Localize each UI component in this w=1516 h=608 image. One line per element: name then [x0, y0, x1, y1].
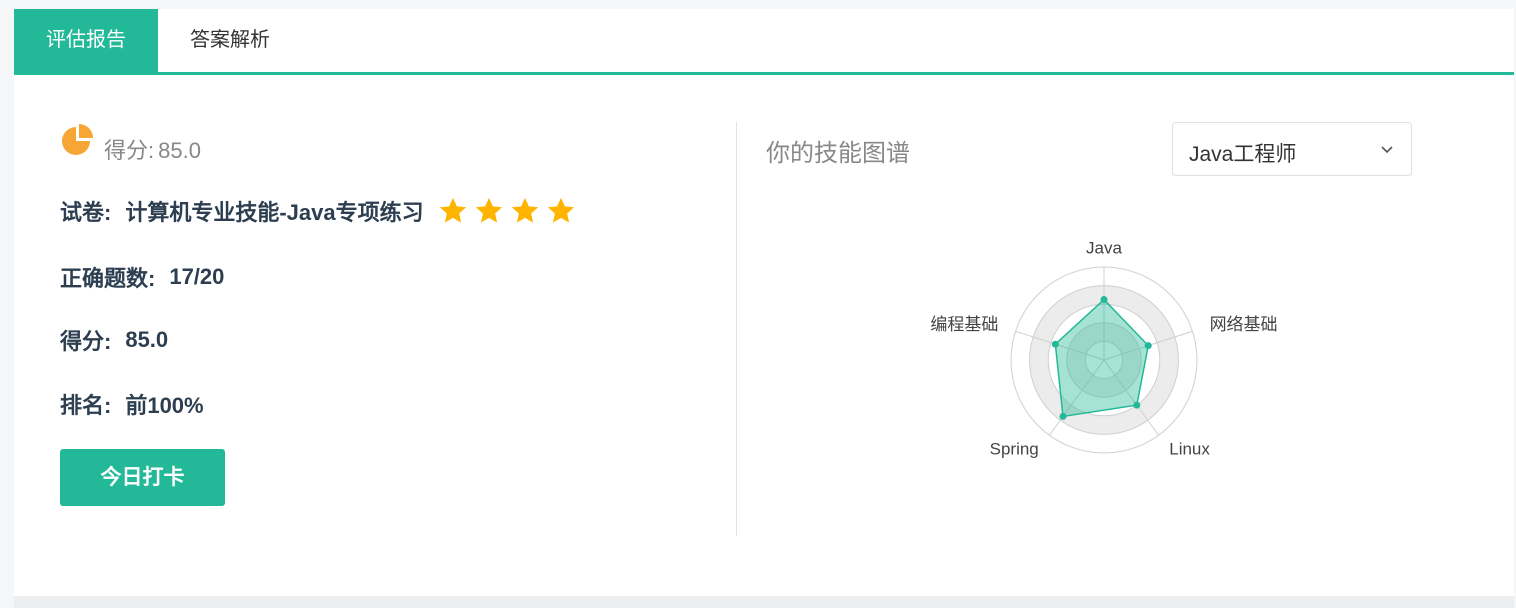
daily-checkin-button[interactable]: 今日打卡 — [60, 449, 225, 506]
radar-data-point — [1133, 401, 1141, 409]
score-summary-label: 得分: — [104, 138, 155, 163]
radar-data-point — [1051, 340, 1059, 348]
star-icon — [547, 197, 574, 223]
star-icon — [511, 197, 538, 223]
role-select[interactable]: Java工程师 — [1172, 122, 1412, 176]
skill-radar-chart: Java 网络基础 Linux Spring 编程基础 — [930, 238, 1278, 458]
radar-indicator-label: Linux — [1169, 439, 1210, 458]
vertical-divider — [736, 122, 737, 536]
rank-value: 前100% — [125, 393, 204, 418]
rating-stars — [438, 196, 576, 226]
paper-row: 试卷: 计算机专业技能-Java专项练习 — [60, 195, 576, 227]
paper-label: 试卷: — [60, 200, 112, 225]
skill-map-title: 你的技能图谱 — [766, 140, 910, 167]
score-summary-text: 得分: 85.0 — [104, 133, 201, 165]
score-value: 85.0 — [125, 327, 169, 352]
radar-data-point — [1059, 412, 1067, 420]
role-select-value: Java工程师 — [1189, 143, 1297, 166]
correct-count-value: 17/20 — [169, 264, 225, 289]
correct-count-label: 正确题数: — [60, 266, 156, 291]
rank-row: 排名: 前100% — [60, 388, 204, 420]
tab-answer-analysis[interactable]: 答案解析 — [158, 9, 302, 72]
report-panel: 得分: 85.0 试卷: 计算机专业技能-Java专项练习 正确题数: 17/20… — [14, 75, 1514, 596]
rank-label: 排名: — [60, 393, 112, 418]
score-summary-value: 85.0 — [158, 138, 201, 163]
score-label: 得分: — [60, 329, 112, 354]
radar-indicator-label: Spring — [990, 439, 1039, 458]
star-icon — [439, 197, 466, 223]
tab-bar: 评估报告 答案解析 — [14, 9, 1514, 75]
tab-evaluation-report[interactable]: 评估报告 — [14, 9, 158, 72]
radar-data-point — [1144, 342, 1152, 350]
radar-indicator-label: 网络基础 — [1210, 315, 1278, 334]
correct-count-row: 正确题数: 17/20 — [60, 261, 224, 293]
bottom-strip — [14, 596, 1514, 608]
score-row: 得分: 85.0 — [60, 324, 168, 356]
radar-indicator-label: Java — [1086, 238, 1122, 257]
radar-indicator-label: 编程基础 — [930, 315, 998, 334]
radar-data-point — [1100, 296, 1108, 304]
pie-chart-icon — [62, 124, 93, 155]
star-icon — [475, 197, 502, 223]
paper-value: 计算机专业技能-Java专项练习 — [125, 200, 424, 225]
chevron-down-icon — [1381, 146, 1393, 154]
